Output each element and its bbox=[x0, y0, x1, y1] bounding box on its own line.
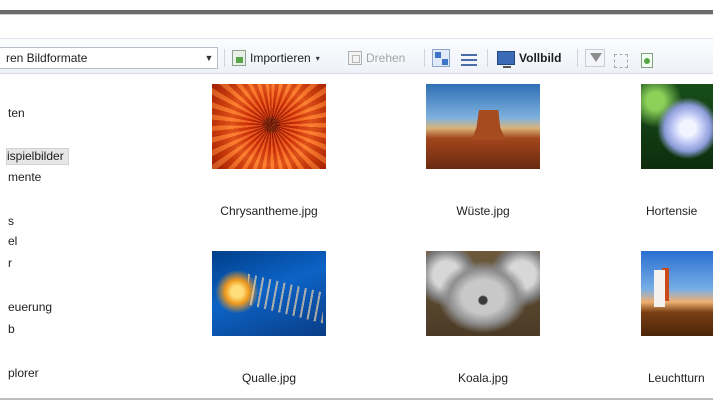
window-title-border bbox=[0, 0, 713, 16]
document-icon bbox=[641, 52, 653, 68]
sidebar-item[interactable]: r bbox=[8, 256, 12, 270]
import-icon bbox=[232, 50, 246, 66]
fullscreen-button[interactable]: Vollbild bbox=[497, 48, 561, 68]
photo-thumbnail-leuchtturm[interactable] bbox=[641, 251, 713, 336]
sidebar-item[interactable]: ten bbox=[8, 106, 25, 120]
import-button[interactable]: Importieren ▾ bbox=[232, 48, 320, 68]
import-label: Importieren bbox=[250, 51, 311, 65]
monitor-icon bbox=[497, 51, 515, 68]
toolbar-separator bbox=[577, 49, 578, 67]
sidebar-item[interactable]: b bbox=[8, 322, 15, 336]
details-view-button[interactable] bbox=[461, 51, 477, 71]
funnel-icon bbox=[585, 49, 605, 67]
photo-caption[interactable]: Hortensie bbox=[646, 204, 713, 218]
toolbar-separator bbox=[224, 49, 225, 67]
crop-icon bbox=[614, 54, 628, 68]
photo-thumbnail-wueste[interactable] bbox=[426, 84, 540, 169]
photo-caption[interactable]: Chrysantheme.jpg bbox=[197, 204, 341, 218]
dropdown-arrow-icon[interactable]: ▼ bbox=[201, 53, 217, 63]
toolbar: ren Bildformate ▼ Importieren ▾ Drehen V… bbox=[0, 38, 713, 74]
sidebar-item[interactable]: plorer bbox=[8, 366, 39, 380]
image-format-filter-dropdown[interactable]: ren Bildformate ▼ bbox=[0, 47, 218, 69]
filter-value: ren Bildformate bbox=[6, 51, 88, 65]
sidebar-item[interactable]: s bbox=[8, 214, 14, 228]
document-button[interactable] bbox=[641, 50, 653, 70]
thumbnail-view-icon bbox=[432, 49, 450, 67]
import-dropdown-caret-icon[interactable]: ▾ bbox=[316, 54, 320, 63]
photo-caption[interactable]: Qualle.jpg bbox=[197, 371, 341, 385]
rotate-label: Drehen bbox=[366, 51, 406, 65]
sidebar-item[interactable]: euerung bbox=[8, 300, 52, 314]
navigation-sidebar: ten ispielbilder mente s el r euerung b … bbox=[0, 74, 180, 400]
title-rule-shadow bbox=[0, 14, 713, 15]
list-view-icon bbox=[461, 54, 477, 68]
sidebar-item[interactable]: el bbox=[8, 234, 17, 248]
photo-thumbnail-qualle[interactable] bbox=[212, 251, 326, 336]
toolbar-separator bbox=[424, 49, 425, 67]
photo-caption[interactable]: Leuchtturn bbox=[648, 371, 713, 385]
thumbnail-view-button[interactable] bbox=[432, 48, 450, 68]
photo-thumbnail-chrysantheme[interactable] bbox=[212, 84, 326, 169]
rotate-icon bbox=[348, 51, 362, 65]
sidebar-item-selected[interactable]: ispielbilder bbox=[6, 148, 69, 165]
sidebar-item[interactable]: mente bbox=[8, 170, 41, 184]
rotate-button[interactable]: Drehen bbox=[348, 48, 405, 68]
photo-thumbnail-hortensie[interactable] bbox=[641, 84, 713, 169]
fullscreen-label: Vollbild bbox=[519, 51, 562, 65]
photo-caption[interactable]: Koala.jpg bbox=[411, 371, 555, 385]
toolbar-separator bbox=[487, 49, 488, 67]
crop-button[interactable] bbox=[614, 51, 628, 71]
filter-button[interactable] bbox=[585, 48, 605, 68]
photo-thumbnail-koala[interactable] bbox=[426, 251, 540, 336]
photo-caption[interactable]: Wüste.jpg bbox=[411, 204, 555, 218]
